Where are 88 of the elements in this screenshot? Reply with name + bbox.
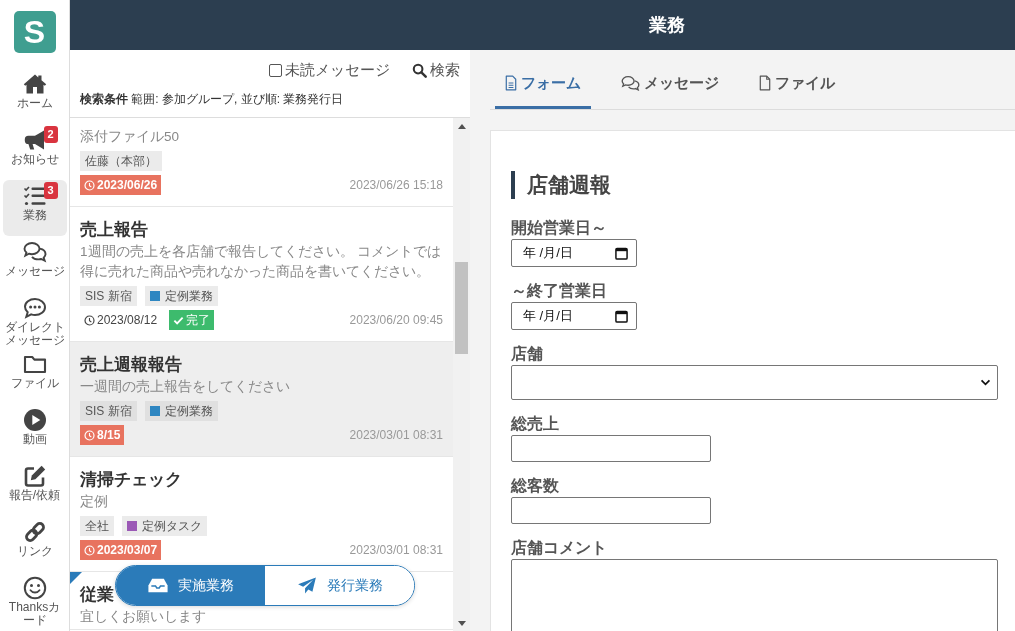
file-icon	[759, 75, 771, 91]
checkbox-label[interactable]: 未読メッセージ	[285, 60, 390, 80]
clock-icon	[84, 544, 95, 556]
text-input[interactable]	[511, 435, 711, 462]
mode-toggle-button[interactable]: 実施業務	[116, 566, 265, 605]
field-label: 店舗	[511, 344, 543, 364]
task-title: 売上週報報告	[80, 354, 182, 376]
nav-item[interactable]: メッセージ	[2, 236, 67, 292]
nav-item[interactable]: ダイレクトメッセージ	[2, 292, 67, 348]
calendar-icon	[615, 246, 628, 260]
field-label: 開始営業日～	[511, 218, 607, 238]
notification-badge: 3	[43, 182, 58, 199]
chat-dots-icon	[22, 296, 47, 320]
task-description: 宜しくお願いします	[80, 608, 206, 626]
play-icon	[22, 408, 47, 432]
tag-label: SIS 新宿	[85, 403, 132, 420]
search-conditions-text: 検索条件 範囲: 参加グループ, 並び順: 業務発行日	[80, 91, 344, 107]
clock-icon	[84, 314, 95, 326]
inbox-icon	[147, 577, 168, 594]
scroll-down-arrow-icon[interactable]	[457, 621, 466, 626]
document-icon	[505, 75, 517, 91]
link-icon	[22, 520, 47, 544]
textarea-field[interactable]	[511, 559, 998, 631]
field-label: ～終了営業日	[511, 281, 607, 301]
field-label: 総売上	[511, 414, 559, 434]
nav-item[interactable]: 動画	[2, 404, 67, 460]
tab[interactable]: ファイル	[749, 60, 845, 109]
nav-item[interactable]: 報告/依頼	[2, 460, 67, 516]
calendar-icon	[615, 309, 628, 323]
due-date-text: 2023/03/07	[97, 543, 158, 557]
tab[interactable]: フォーム	[495, 60, 591, 109]
check-icon	[173, 314, 185, 326]
unread-corner-icon	[70, 572, 82, 584]
text-input[interactable]	[511, 497, 711, 524]
nav-item[interactable]: Thanksカード	[2, 572, 67, 628]
checklist-icon	[22, 184, 47, 208]
chevron-down-icon	[980, 379, 991, 386]
home-icon	[22, 72, 47, 96]
nav-item[interactable]: 2 お知らせ	[2, 124, 67, 180]
checkbox[interactable]	[269, 63, 282, 77]
tag-label: 佐藤（本部）	[85, 153, 157, 170]
due-date-text: 8/15	[97, 428, 121, 442]
nav-item[interactable]: ホーム	[2, 68, 67, 124]
speech-bubbles-icon	[22, 240, 47, 264]
search-icon	[412, 62, 427, 78]
updated-time: 2023/03/01 08:31	[349, 543, 443, 557]
date-field[interactable]: 年 /月/日	[511, 239, 637, 267]
scroll-up-arrow-icon[interactable]	[457, 124, 466, 129]
speech-bubbles-icon	[621, 75, 640, 91]
paper-plane-icon	[296, 577, 317, 594]
task-description: 一週間の売上報告をしてください	[80, 378, 290, 396]
task-description: 定例	[80, 493, 108, 511]
select-field[interactable]	[511, 365, 998, 400]
clock-icon	[84, 179, 95, 191]
mode-toggle-button[interactable]: 発行業務	[265, 566, 414, 605]
nav-item[interactable]: 3 業務	[2, 180, 67, 236]
task-title: 売上報告	[80, 219, 148, 241]
nav-item[interactable]: リンク	[2, 516, 67, 572]
search-button[interactable]: 検索	[412, 60, 460, 80]
page-title: 業務	[648, 14, 685, 37]
task-title: 清掃チェック	[80, 469, 182, 491]
status-label: 完了	[186, 311, 211, 329]
task-description: 1週間の売上を各店舗で報告してください。 コメントでは得に売れた商品や売れなかった商品を書いてください。	[80, 243, 443, 281]
updated-time: 2023/06/26 15:18	[349, 178, 443, 192]
task-description: 添付ファイル50	[80, 128, 180, 146]
smiley-icon	[22, 576, 47, 600]
scrollbar-thumb[interactable]	[455, 262, 468, 354]
tag-label: 定例タスク	[142, 518, 202, 535]
megaphone-icon	[22, 128, 47, 152]
updated-time: 2023/06/20 09:45	[349, 313, 443, 327]
due-date-text: 2023/08/12	[97, 313, 158, 327]
task-item[interactable]: 売上週報報告 一週間の売上報告をしてください SIS 新宿 定例業務 8/15 2023/03/01 08:31	[70, 342, 453, 457]
notification-badge: 2	[43, 126, 58, 143]
tag-label: 定例業務	[164, 403, 213, 420]
task-title: 従業	[80, 584, 114, 606]
tag-label: SIS 新宿	[85, 288, 132, 305]
updated-time: 2023/03/01 08:31	[349, 428, 443, 442]
edit-icon	[22, 464, 47, 488]
form-title: 店舗週報	[511, 171, 611, 199]
field-label: 店舗コメント	[511, 538, 607, 558]
tab[interactable]: メッセージ	[611, 60, 729, 109]
tag-label: 全社	[85, 518, 109, 535]
date-field[interactable]: 年 /月/日	[511, 302, 637, 330]
clock-icon	[84, 429, 95, 441]
field-label: 総客数	[511, 476, 559, 496]
tag-label: 定例業務	[164, 288, 213, 305]
nav-item[interactable]: ファイル	[2, 348, 67, 404]
due-date-text: 2023/06/26	[97, 178, 158, 192]
